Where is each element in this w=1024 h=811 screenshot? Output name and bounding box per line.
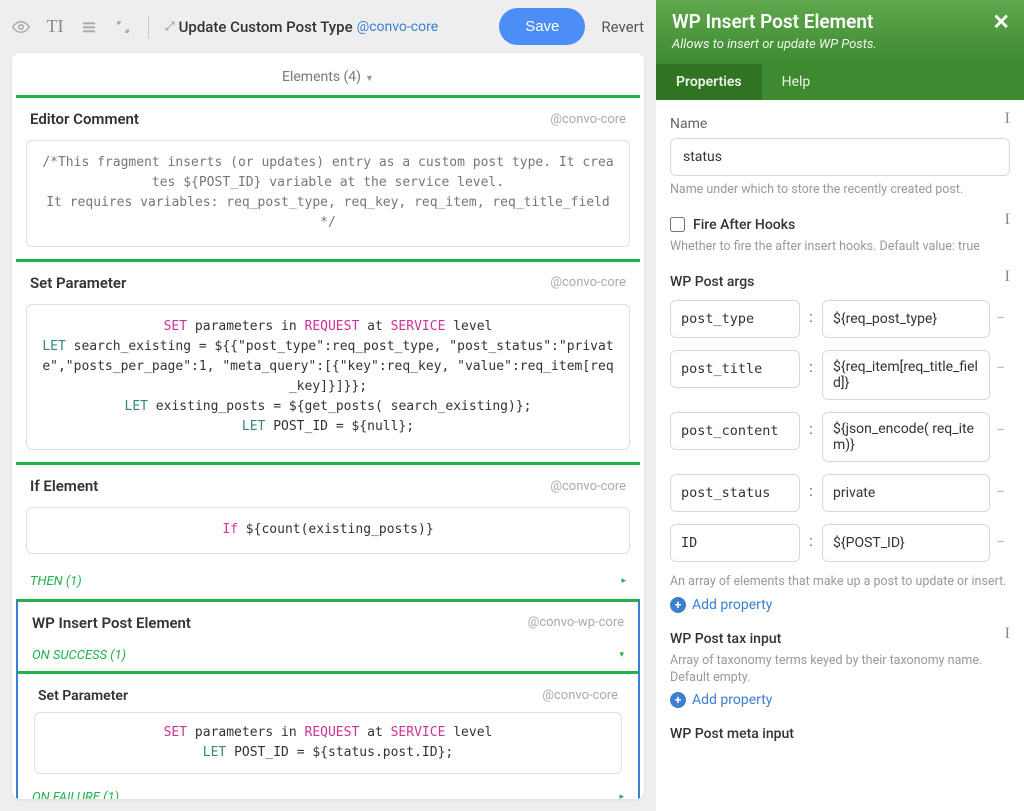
comment-body: /*This fragment inserts (or updates) ent… [26,140,630,247]
then-branch[interactable]: THEN (1) ▸ [16,566,640,597]
inner-set-body: SET parameters in REQUEST at SERVICE lev… [34,712,622,774]
panel-subtitle: Allows to insert or update WP Posts. [672,37,1008,52]
expand-icon[interactable]: ⤢ [165,19,175,34]
if-body: If ${count(existing_posts)} [26,507,630,553]
element-editor-comment[interactable]: Editor Comment @convo-core /*This fragme… [16,95,640,247]
block-title: Editor Comment [30,110,139,128]
remove-arg-icon[interactable]: − [996,300,1010,327]
prop-name: I Name Name under which to store the rec… [670,116,1010,199]
prop-label: WP Post args [670,274,1010,290]
close-icon[interactable]: ✕ [992,10,1010,35]
arg-row: post_type:${req_post_type}− [670,300,1010,338]
on-failure-branch[interactable]: ON FAILURE (1) ▸ [18,782,638,799]
chevron-down-icon: ▼ [365,74,374,84]
arg-value-input[interactable]: ${POST_ID} [822,524,990,562]
block-handle: @convo-core [542,688,618,703]
prop-label: Fire After Hooks [693,217,795,233]
element-set-parameter[interactable]: Set Parameter @convo-core SET parameters… [16,259,640,451]
panel-tabs: Properties Help [656,64,1024,100]
prop-help-text: Array of taxonomy terms keyed by their t… [670,653,1010,687]
add-property-button[interactable]: + Add property [670,692,772,708]
prop-help-text: Name under which to store the recently c… [670,182,1010,199]
visibility-icon[interactable] [12,18,30,36]
block-title: If Element [30,477,98,495]
block-title: Set Parameter [38,688,128,704]
elements-container: Elements (4)▼ Editor Comment @convo-core… [12,53,644,799]
text-cursor-icon[interactable]: I [1005,211,1010,229]
breadcrumb: ⤢ Update Custom Post Type @convo-core [165,18,483,36]
panel-title: WP Insert Post Element [672,10,1008,33]
prop-label: Name [670,116,1010,132]
prop-help-text: An array of elements that make up a post… [670,574,1010,591]
block-title: WP Insert Post Element [32,614,191,632]
elements-dropdown[interactable]: Elements (4)▼ [16,57,640,95]
block-handle: @convo-core [550,112,626,127]
block-handle: @convo-wp-core [528,615,624,630]
arg-value-input[interactable]: private [822,474,990,512]
arg-value-input[interactable]: ${req_item[req_title_field]} [822,350,990,400]
fragment-handle: @convo-core [357,19,439,35]
prop-wp-post-args: I WP Post args post_type:${req_post_type… [670,274,1010,613]
text-cursor-icon[interactable]: I [1005,110,1010,128]
tab-help[interactable]: Help [762,64,831,100]
text-cursor-icon[interactable]: I [1005,268,1010,286]
prop-help-text: Whether to fire the after insert hooks. … [670,239,1010,256]
caret-right-icon: ▸ [621,576,626,586]
block-handle: @convo-core [550,479,626,494]
prop-wp-post-tax: I WP Post tax input Array of taxonomy te… [670,631,1010,709]
fragment-title: Update Custom Post Type [179,18,353,36]
caret-right-icon: ▸ [619,792,624,799]
revert-button[interactable]: Revert [601,18,644,36]
plus-icon: + [670,597,686,613]
arg-key-input[interactable]: post_title [670,350,800,388]
remove-arg-icon[interactable]: − [996,474,1010,501]
arg-row: post_content:${json_encode( req_item)}− [670,412,1010,462]
inner-set-parameter[interactable]: Set Parameter @convo-core SET parameters… [28,680,628,774]
arg-key-input[interactable]: ID [670,524,800,562]
editor-panel: TI ⤢ Update Custom Post Type @convo-core… [0,0,656,811]
set-param-body: SET parameters in REQUEST at SERVICE lev… [26,304,630,451]
remove-arg-icon[interactable]: − [996,350,1010,377]
arg-row: post_status:private− [670,474,1010,512]
panel-header: WP Insert Post Element Allows to insert … [656,0,1024,64]
add-property-button[interactable]: + Add property [670,597,772,613]
caret-down-icon: ▾ [619,650,624,660]
prop-label: WP Post tax input [670,631,1010,647]
prop-fire-after: I Fire After Hooks Whether to fire the a… [670,217,1010,256]
plus-icon: + [670,692,686,708]
panel-body: I Name Name under which to store the rec… [656,100,1024,811]
text-cursor-icon[interactable]: I [1005,625,1010,643]
properties-panel: WP Insert Post Element Allows to insert … [656,0,1024,811]
fire-after-checkbox[interactable] [670,217,685,232]
arg-value-input[interactable]: ${req_post_type} [822,300,990,338]
colon: : [806,412,816,438]
arg-key-input[interactable]: post_type [670,300,800,338]
prop-wp-post-meta: WP Post meta input [670,726,1010,742]
arg-key-input[interactable]: post_status [670,474,800,512]
name-input[interactable] [670,138,1010,176]
prop-label: WP Post meta input [670,726,1010,742]
block-title: Set Parameter [30,274,126,292]
block-handle: @convo-core [550,275,626,290]
list-icon[interactable] [80,18,98,36]
remove-arg-icon[interactable]: − [996,412,1010,439]
colon: : [806,300,816,326]
arg-row: post_title:${req_item[req_title_field]}− [670,350,1010,400]
arg-row: ID:${POST_ID}− [670,524,1010,562]
colon: : [806,350,816,376]
on-success-branch[interactable]: ON SUCCESS (1) ▾ [18,640,638,671]
text-icon[interactable]: TI [46,18,64,36]
element-if[interactable]: If Element @convo-core If ${count(existi… [16,462,640,596]
colon: : [806,474,816,500]
remove-arg-icon[interactable]: − [996,524,1010,551]
arg-value-input[interactable]: ${json_encode( req_item)} [822,412,990,462]
save-button[interactable]: Save [499,8,585,45]
arg-key-input[interactable]: post_content [670,412,800,450]
colon: : [806,524,816,550]
collapse-icon[interactable] [114,18,132,36]
element-wp-insert-post[interactable]: WP Insert Post Element @convo-wp-core ON… [16,599,640,799]
topbar: TI ⤢ Update Custom Post Type @convo-core… [0,0,656,53]
tab-properties[interactable]: Properties [656,64,762,100]
